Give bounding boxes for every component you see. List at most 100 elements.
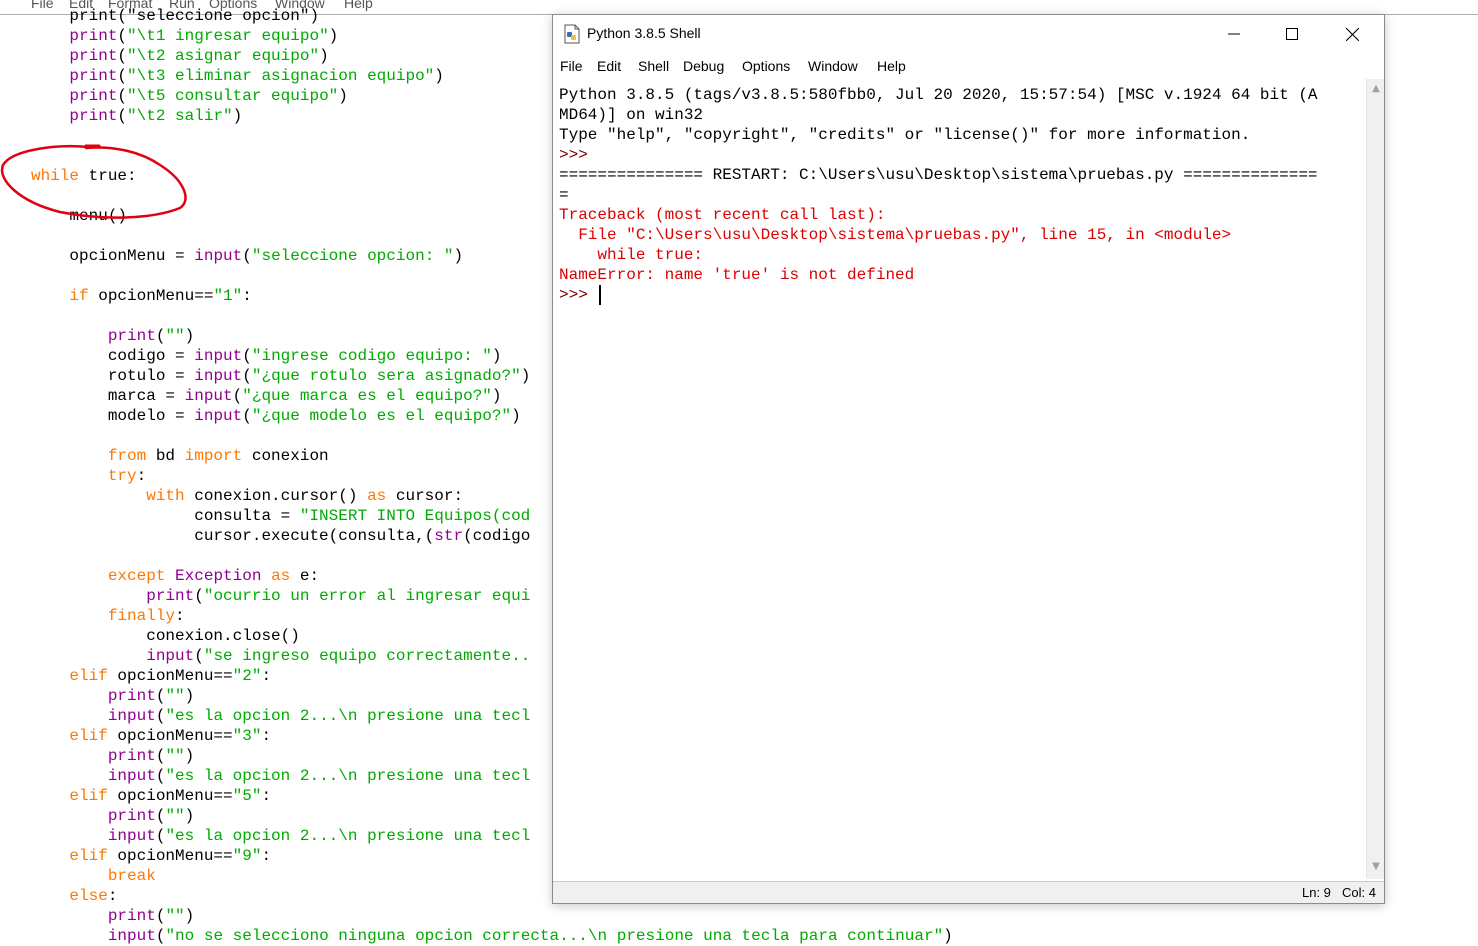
shell-window[interactable]: Python 3.8.5 Shell File Edit Shell Debug… — [552, 14, 1385, 904]
code-token: ) — [184, 747, 195, 765]
editor-menu-help[interactable]: Help — [344, 0, 373, 11]
code-line: input("es la opcion 2...\n presione una … — [31, 706, 530, 726]
code-token: : — [261, 847, 272, 865]
code-token: while — [31, 167, 80, 185]
code-token: "es la opcion 2...\n presione una tecl — [165, 767, 531, 785]
code-token: ( — [117, 67, 128, 85]
code-line: elif opcionMenu=="2": — [31, 666, 271, 686]
code-token: opcionMenu== — [88, 287, 214, 305]
code-token: "\t1 ingresar equipo" — [127, 27, 329, 45]
code-token: except — [107, 567, 166, 585]
code-token: from — [107, 447, 147, 465]
close-button[interactable] — [1323, 15, 1381, 53]
code-token: "" — [165, 747, 185, 765]
code-token: "ocurrio un error al ingresar equi — [203, 587, 531, 605]
shell-output[interactable]: Python 3.8.5 (tags/v3.8.5:580fbb0, Jul 2… — [553, 79, 1365, 879]
code-token: input — [107, 827, 156, 845]
code-token: input — [194, 347, 243, 365]
shell-menu-options[interactable]: Options — [742, 58, 790, 74]
code-token: : — [107, 887, 118, 905]
shell-menu-file[interactable]: File — [560, 58, 583, 74]
code-line: print("ocurrio un error al ingresar equi — [31, 586, 530, 606]
code-line: marca = input("¿que marca es el equipo?"… — [31, 386, 502, 406]
code-line: if opcionMenu=="1": — [31, 286, 251, 306]
code-token: with — [146, 487, 185, 505]
code-token: "seleccione opcion: " — [251, 247, 454, 265]
code-line: print("seleccione opcion") — [31, 6, 319, 26]
vertical-scrollbar[interactable]: ▲ ▼ — [1366, 79, 1384, 879]
code-line: print("") — [31, 746, 194, 766]
shell-menu-shell[interactable]: Shell — [638, 58, 669, 74]
code-token: ( — [155, 687, 166, 705]
shell-line: = — [559, 186, 569, 204]
code-token: "INSERT INTO Equipos(cod — [299, 507, 531, 525]
code-token: consulta = — [31, 507, 300, 525]
scroll-down-icon[interactable]: ▼ — [1367, 861, 1385, 875]
code-token: ( — [242, 247, 252, 265]
code-line: print("\t1 ingresar equipo") — [31, 26, 338, 46]
shell-menu-help[interactable]: Help — [877, 58, 906, 74]
code-token: cursor: — [386, 487, 464, 505]
code-token: "" — [165, 807, 185, 825]
code-line: print("\t2 asignar equipo") — [31, 46, 328, 66]
shell-menu-debug[interactable]: Debug — [683, 58, 724, 74]
code-token: try — [107, 467, 137, 485]
code-token: "5" — [232, 787, 262, 805]
code-line: consulta = "INSERT INTO Equipos(cod — [31, 506, 530, 526]
scroll-up-icon[interactable]: ▲ — [1367, 83, 1385, 97]
code-token: print — [107, 907, 156, 925]
code-token: ( — [242, 407, 252, 425]
code-line: menu() — [31, 206, 127, 226]
code-token: print("seleccione opcion") — [31, 7, 320, 25]
code-token: ( — [155, 827, 166, 845]
code-token: Exception — [175, 567, 262, 585]
code-token: elif — [69, 727, 108, 745]
code-token: elif — [69, 667, 108, 685]
code-token: "9" — [232, 847, 262, 865]
maximize-button[interactable] — [1263, 15, 1321, 53]
code-token: "1" — [213, 287, 243, 305]
code-token: : — [261, 727, 272, 745]
shell-line: MD64)] on win32 — [559, 106, 704, 124]
code-line: break — [31, 866, 156, 886]
shell-line: Type "help", "copyright", "credits" or "… — [559, 126, 1251, 144]
code-line: elif opcionMenu=="3": — [31, 726, 271, 746]
code-token: ( — [155, 927, 166, 945]
code-token: ( — [117, 107, 128, 125]
code-token: opcionMenu== — [107, 787, 233, 805]
code-line: print("\t2 salir") — [31, 106, 242, 126]
shell-menu-edit[interactable]: Edit — [597, 58, 621, 74]
code-token: input — [107, 767, 156, 785]
code-token: as — [367, 487, 387, 505]
shell-line: =============== RESTART: C:\Users\usu\De… — [559, 166, 1318, 184]
code-token: print — [69, 47, 118, 65]
code-line: codigo = input("ingrese codigo equipo: "… — [31, 346, 502, 366]
code-token: "ingrese codigo equipo: " — [251, 347, 492, 365]
shell-menu-window[interactable]: Window — [808, 58, 858, 74]
code-token: ( — [242, 367, 252, 385]
code-token: ) — [943, 927, 953, 945]
code-line: print("") — [31, 326, 194, 346]
code-line: opcionMenu = input("seleccione opcion: "… — [31, 246, 463, 266]
code-token: as — [271, 567, 291, 585]
shell-menubar: File Edit Shell Debug Options Window Hel… — [553, 55, 1384, 79]
shell-line: Traceback (most recent call last): — [559, 206, 886, 224]
minimize-button[interactable] — [1205, 15, 1263, 53]
code-token: ( — [155, 907, 166, 925]
title-bar[interactable]: Python 3.8.5 Shell — [553, 15, 1384, 53]
shell-line: NameError: name 'true' is not defined — [559, 266, 915, 284]
code-token: ) — [491, 347, 502, 365]
code-token: "¿que rotulo sera asignado?" — [251, 367, 521, 385]
